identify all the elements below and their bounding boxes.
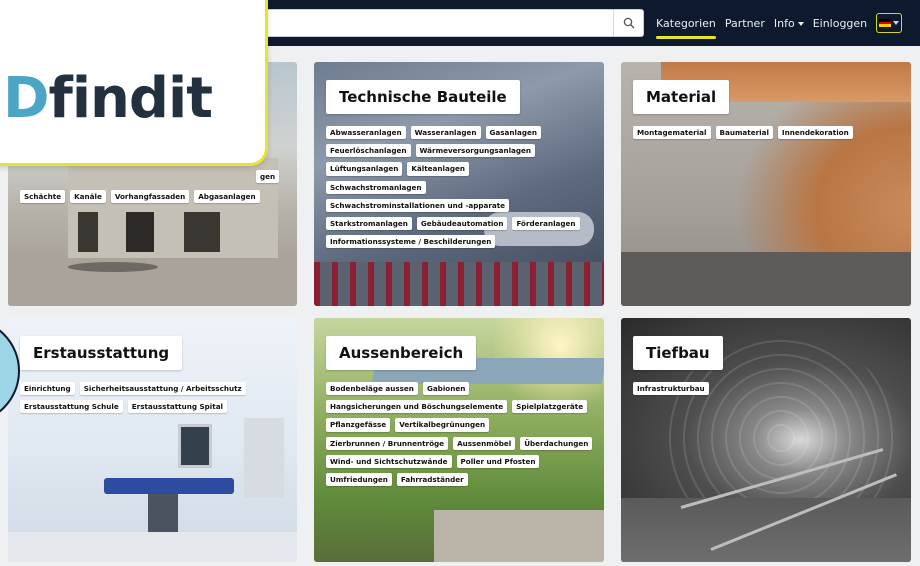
tag[interactable]: Fahrradständer bbox=[396, 473, 468, 487]
chevron-down-icon bbox=[893, 21, 900, 25]
german-flag-icon bbox=[879, 19, 892, 28]
logo-name: findit bbox=[48, 66, 212, 131]
nav-link-kategorien[interactable]: Kategorien bbox=[656, 17, 716, 39]
tag[interactable]: Infrastrukturbau bbox=[633, 382, 709, 396]
tag[interactable]: gen bbox=[256, 170, 280, 184]
page: Kategorien Partner Info Einloggen Schäch… bbox=[0, 0, 920, 566]
tag[interactable]: Schwachstrominstallationen und -apparate bbox=[326, 198, 510, 213]
tag[interactable]: Kälteanlagen bbox=[407, 162, 469, 176]
tag[interactable]: Abgasanlagen bbox=[194, 190, 260, 204]
site-logo[interactable]: Dfindit bbox=[0, 0, 268, 166]
tag-list: Infrastrukturbau bbox=[633, 382, 905, 396]
tag[interactable]: Erstausstattung Schule bbox=[20, 400, 123, 414]
search-icon bbox=[623, 17, 634, 29]
operating-table bbox=[104, 478, 234, 494]
search-input[interactable] bbox=[241, 10, 611, 36]
tag-list: Bodenbeläge aussen Gabionen Hangsicherun… bbox=[326, 382, 602, 487]
tag[interactable]: Schwachstromanlagen bbox=[326, 180, 426, 194]
nav-link-einloggen[interactable]: Einloggen bbox=[813, 17, 867, 30]
tag[interactable]: Pflanzgefässe bbox=[326, 418, 391, 432]
logo-wordmark: Dfindit bbox=[3, 71, 213, 127]
tag[interactable]: Wind- und Sichtschutzwände bbox=[326, 454, 452, 469]
tag[interactable]: Aussenmöbel bbox=[453, 436, 516, 450]
tag[interactable]: Kanäle bbox=[70, 190, 106, 204]
tag[interactable]: Schächte bbox=[20, 190, 66, 204]
tag[interactable]: Umfriedungen bbox=[326, 473, 392, 487]
language-selector[interactable] bbox=[876, 13, 903, 33]
tag[interactable]: Baumaterial bbox=[715, 126, 773, 140]
nav-link-info-label: Info bbox=[773, 16, 795, 30]
tag[interactable]: Gabionen bbox=[422, 382, 470, 396]
wall-opening bbox=[126, 212, 154, 252]
tag[interactable]: Lüftungsanlagen bbox=[326, 162, 403, 176]
logo-letter: D bbox=[3, 66, 49, 131]
tag[interactable]: Vertikalbegrünungen bbox=[395, 418, 490, 432]
card-title: Material bbox=[633, 80, 730, 114]
tag[interactable]: Überdachungen bbox=[520, 436, 593, 450]
tag[interactable]: Feuerlöschanlagen bbox=[326, 144, 411, 158]
tag[interactable]: Einrichtung bbox=[20, 382, 75, 396]
card-title: Technische Bauteile bbox=[326, 80, 520, 114]
track-bed bbox=[621, 498, 911, 562]
category-card-material[interactable]: Material Montagematerial Baumaterial Inn… bbox=[621, 62, 911, 306]
floor bbox=[621, 252, 911, 306]
search-bar bbox=[240, 9, 644, 37]
tag[interactable]: Gasanlagen bbox=[485, 126, 541, 140]
tag-list: Einrichtung Sicherheitsausstattung / Arb… bbox=[20, 382, 292, 414]
wall-opening bbox=[78, 212, 98, 252]
puddle bbox=[68, 262, 158, 272]
category-card-tiefbau[interactable]: Tiefbau Infrastrukturbau bbox=[621, 318, 911, 562]
tag[interactable]: Starkstromanlagen bbox=[326, 217, 412, 231]
tag-list: Schächte Kanäle Vorhangfassaden Abgasanl… bbox=[20, 190, 290, 204]
tag[interactable]: Montagematerial bbox=[633, 126, 711, 140]
chevron-down-icon bbox=[797, 21, 804, 26]
tag[interactable]: Innendekoration bbox=[777, 126, 853, 140]
card-title: Erstausstattung bbox=[20, 336, 183, 370]
tag[interactable]: Hangsicherungen und Böschungselemente bbox=[326, 400, 508, 414]
card-title: Tiefbau bbox=[633, 336, 723, 370]
search-button[interactable] bbox=[613, 10, 643, 36]
card-title: Aussenbereich bbox=[326, 336, 477, 370]
category-card-aussenbereich[interactable]: Aussenbereich Bodenbeläge aussen Gabione… bbox=[314, 318, 604, 562]
table-base bbox=[148, 494, 178, 534]
wall-opening bbox=[184, 212, 220, 252]
tag[interactable]: Spielplatzgeräte bbox=[512, 400, 588, 414]
category-card-erstausstattung[interactable]: Erstausstattung Einrichtung Sicherheitsa… bbox=[8, 318, 297, 562]
tag-list: Abwasseranlagen Wasseranlagen Gasanlagen… bbox=[326, 126, 598, 249]
tag[interactable]: Poller und Pfosten bbox=[456, 454, 540, 469]
tag[interactable]: Vorhangfassaden bbox=[110, 190, 190, 204]
cabinet bbox=[244, 418, 284, 498]
tag-list: Montagematerial Baumaterial Innendekorat… bbox=[633, 126, 905, 140]
floor bbox=[8, 532, 297, 562]
nav-links: Kategorien Partner Info Einloggen bbox=[656, 0, 903, 46]
pavement bbox=[434, 510, 604, 562]
monitor bbox=[178, 424, 212, 468]
nav-link-info[interactable]: Info bbox=[774, 17, 804, 30]
category-card-technische-bauteile[interactable]: Technische Bauteile Abwasseranlagen Wass… bbox=[314, 62, 604, 306]
tag[interactable]: Förderanlagen bbox=[512, 217, 580, 231]
tag[interactable]: Informationssysteme / Beschilderungen bbox=[326, 235, 496, 249]
nav-link-partner[interactable]: Partner bbox=[725, 17, 765, 30]
red-pipes bbox=[314, 262, 604, 306]
tag[interactable]: Wasseranlagen bbox=[410, 126, 481, 140]
tag[interactable]: Erstausstattung Spital bbox=[127, 400, 228, 414]
tag[interactable]: Zierbrunnen / Brunnentröge bbox=[326, 436, 449, 450]
tag[interactable]: Bodenbeläge aussen bbox=[326, 382, 418, 396]
concrete-wall bbox=[68, 158, 278, 258]
tag[interactable]: Sicherheitsausstattung / Arbeitsschutz bbox=[79, 382, 246, 396]
tag[interactable]: Gebäudeautomation bbox=[416, 217, 508, 231]
tag[interactable]: Wärmeversorgungsanlagen bbox=[415, 144, 536, 158]
tag[interactable]: Abwasseranlagen bbox=[326, 126, 406, 140]
